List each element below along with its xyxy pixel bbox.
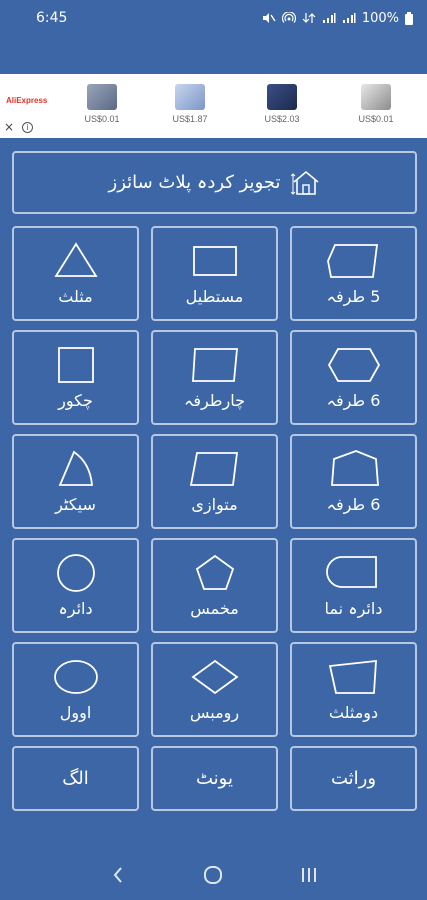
ad-product-image	[267, 84, 297, 110]
ad-banner[interactable]: AliExpress × i US$0.01 US$1.87 US$2.03 U…	[0, 74, 427, 138]
tile-label: مثلث	[58, 287, 93, 306]
home-circle-icon	[204, 866, 223, 884]
separate-button[interactable]: الگ	[12, 746, 139, 811]
ad-product-image	[87, 84, 117, 110]
rectangle-icon	[192, 246, 237, 276]
trapezoid-button[interactable]: دومثلث	[290, 642, 417, 737]
battery-icon	[405, 11, 413, 25]
pentagon-button[interactable]: مخمس	[151, 538, 278, 633]
hexagon-icon	[327, 348, 380, 382]
signal-icon	[322, 13, 336, 23]
tile-label: وراثت	[330, 768, 377, 789]
tile-label: دائرہ نما	[324, 599, 383, 618]
ad-product-1[interactable]: US$0.01	[60, 80, 144, 134]
circle-button[interactable]: دائرہ	[12, 538, 139, 633]
rectangle-button[interactable]: مستطیل	[151, 226, 278, 321]
home-button[interactable]	[201, 863, 225, 887]
square-icon	[57, 347, 94, 383]
square-button[interactable]: چکور	[12, 330, 139, 425]
oval-button[interactable]: اوول	[12, 642, 139, 737]
inheritance-button[interactable]: وراثت	[290, 746, 417, 811]
five-sided-button[interactable]: 5 طرفہ	[290, 226, 417, 321]
battery-percent: 100%	[361, 10, 399, 26]
tile-label: دومثلث	[328, 703, 379, 722]
tile-label: اوول	[59, 703, 92, 722]
oval-icon	[53, 660, 98, 694]
six-sided-irregular-button[interactable]: 6 طرفہ	[290, 434, 417, 529]
ad-brand-logo: AliExpress	[6, 96, 48, 105]
six-sided-button[interactable]: 6 طرفہ	[290, 330, 417, 425]
tile-label: چارطرفہ	[183, 391, 246, 410]
house-icon	[290, 170, 319, 195]
tile-label: 5 طرفہ	[326, 287, 381, 306]
tile-label: مخمس	[190, 599, 239, 618]
status-bar: 6:45 100%	[0, 0, 427, 36]
tile-label: الگ	[62, 768, 89, 789]
sector-icon	[58, 450, 93, 486]
ad-product-2[interactable]: US$1.87	[148, 80, 232, 134]
ad-product-price: US$2.03	[264, 114, 300, 124]
ad-close-icon[interactable]: ×	[4, 120, 14, 134]
back-button[interactable]	[106, 863, 130, 887]
tile-label: چکور	[58, 391, 93, 410]
ad-product-4[interactable]: US$0.01	[334, 80, 418, 134]
tile-label: یونٹ	[196, 768, 233, 789]
ad-product-price: US$1.87	[172, 114, 208, 124]
circle-icon	[56, 554, 95, 592]
hotspot-icon	[281, 12, 296, 23]
triangle-icon	[53, 242, 98, 277]
rhombus-button[interactable]: رومبس	[151, 642, 278, 737]
quadrilateral-icon	[191, 348, 238, 382]
data-icon	[302, 13, 316, 23]
header-label: تجویز کردہ پلاٹ سائزز	[108, 172, 281, 193]
rhombus-icon	[190, 659, 239, 695]
status-time: 6:45	[36, 10, 68, 26]
ad-product-price: US$0.01	[84, 114, 120, 124]
tile-label: 6 طرفہ	[326, 495, 381, 514]
parallelogram-icon	[189, 452, 238, 486]
sector-button[interactable]: سیکٹر	[12, 434, 139, 529]
chevron-left-icon	[113, 867, 122, 883]
ad-info-icon[interactable]: i	[22, 122, 33, 133]
rounded-shape-button[interactable]: دائرہ نما	[290, 538, 417, 633]
suggested-plot-sizes-button[interactable]: تجویز کردہ پلاٹ سائزز	[12, 151, 417, 214]
recents-button[interactable]	[297, 863, 321, 887]
ad-product-3[interactable]: US$2.03	[240, 80, 324, 134]
status-icons: 100%	[262, 11, 413, 26]
hexagon-irregular-icon	[330, 450, 379, 486]
unit-button[interactable]: یونٹ	[151, 746, 278, 811]
tile-label: متوازی	[191, 495, 238, 514]
ad-product-image	[175, 84, 205, 110]
mute-icon	[262, 13, 276, 23]
rounded-rectangle-icon	[325, 556, 377, 588]
ad-product-price: US$0.01	[358, 114, 394, 124]
tile-label: سیکٹر	[55, 495, 96, 514]
ad-product-image	[361, 84, 391, 110]
tile-label: مستطیل	[185, 287, 244, 306]
tile-label: دائرہ	[58, 599, 93, 618]
signal-icon-2	[342, 13, 356, 23]
recents-icon	[302, 868, 317, 882]
pentagon-irregular-icon	[326, 244, 378, 278]
pentagon-icon	[195, 554, 234, 590]
triangle-button[interactable]: مثلث	[12, 226, 139, 321]
quadrilateral-button[interactable]: چارطرفہ	[151, 330, 278, 425]
system-nav-bar	[0, 850, 427, 900]
parallelogram-button[interactable]: متوازی	[151, 434, 278, 529]
tile-label: 6 طرفہ	[326, 391, 381, 410]
trapezoid-icon	[328, 659, 377, 694]
tile-label: رومبس	[189, 703, 240, 722]
